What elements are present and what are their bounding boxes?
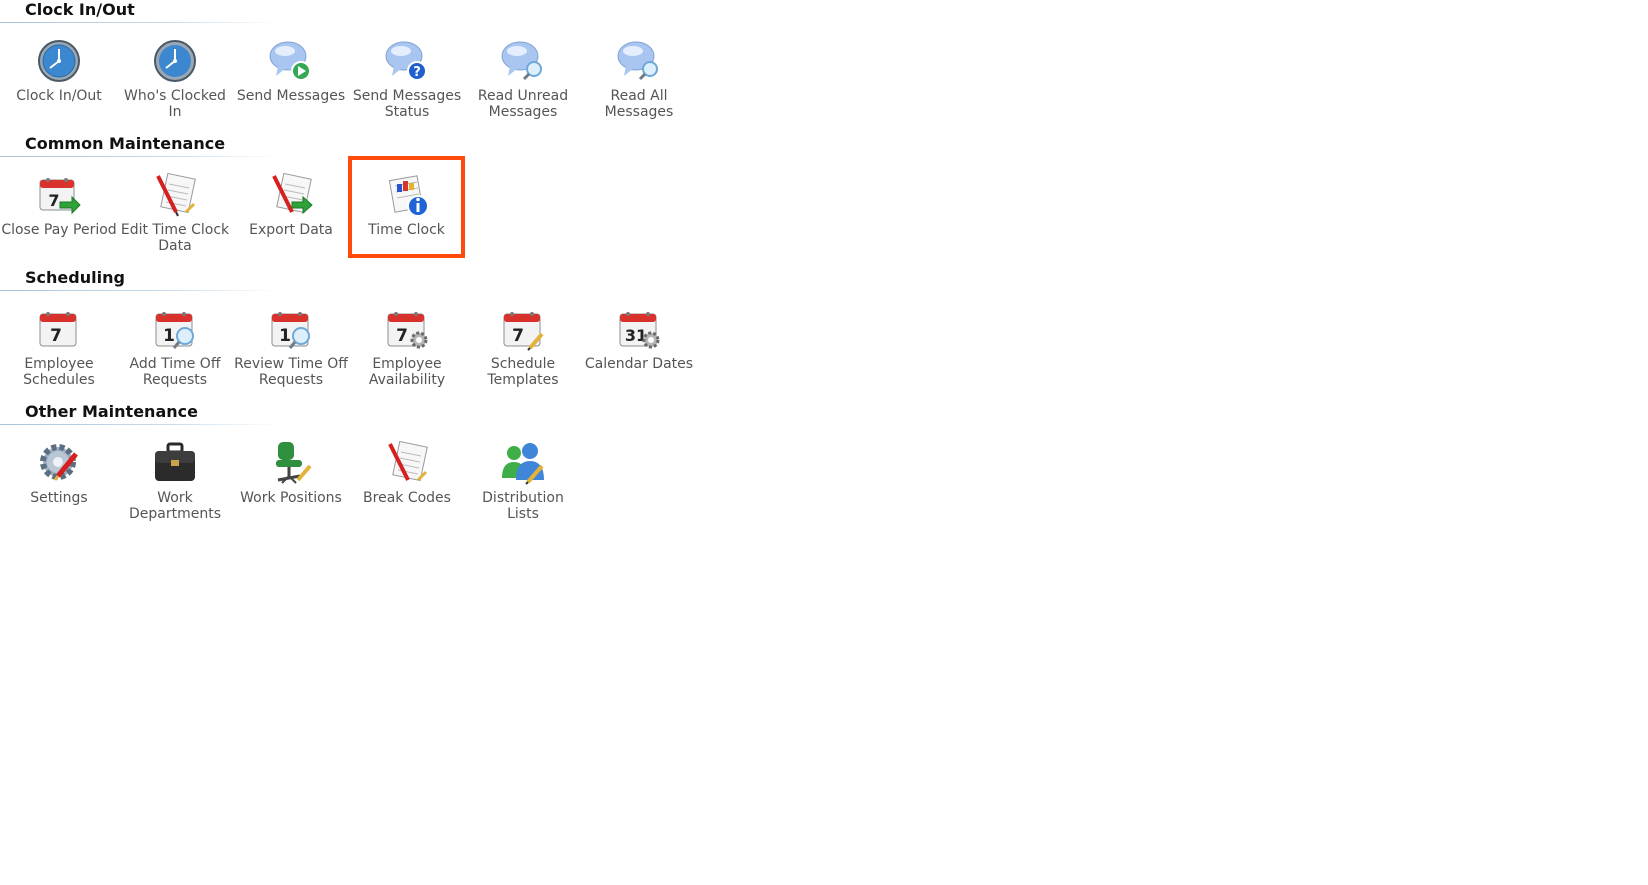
tile-label: Work Departments — [128, 490, 221, 522]
calendar-1-magnifier-icon: 1 — [152, 306, 198, 352]
time-clock-info-icon — [384, 172, 430, 218]
svg-text:1: 1 — [279, 326, 291, 346]
section-divider — [0, 156, 280, 157]
tile-calendar-dates[interactable]: 31 Calendar Dates — [581, 296, 697, 396]
section-divider — [0, 290, 280, 291]
svg-text:7: 7 — [50, 326, 62, 346]
tile-label: Calendar Dates — [584, 356, 694, 372]
tile-label: Read All Messages — [604, 88, 674, 120]
tile-distribution-lists[interactable]: Distribution Lists — [465, 430, 581, 530]
clock-icon — [152, 38, 198, 84]
tile-send-messages-status[interactable]: ? Send Messages Status — [349, 28, 465, 128]
svg-text:1: 1 — [163, 326, 175, 346]
tile-add-time-off-requests[interactable]: 1 Add Time Off Requests — [117, 296, 233, 396]
section-title: Other Maintenance — [25, 402, 198, 421]
tile-label: Who's Clocked In — [124, 88, 226, 120]
office-chair-icon — [268, 440, 314, 486]
tile-time-clock[interactable]: Time Clock — [348, 156, 465, 258]
tile-label: Work Positions — [240, 490, 342, 506]
chat-bubble-magnifier-icon — [500, 38, 546, 84]
section-divider — [0, 22, 280, 23]
tile-label: Break Codes — [363, 490, 451, 506]
timesheet-pencil-icon — [152, 172, 198, 218]
tile-employee-schedules[interactable]: 7 Employee Schedules — [1, 296, 117, 396]
calendar-31-gear-icon: 31 — [616, 306, 662, 352]
tile-label: Time Clock — [368, 222, 445, 238]
tile-label: Read Unread Messages — [477, 88, 569, 120]
tile-label: Review Time Off Requests — [234, 356, 348, 388]
calendar-arrow-icon: 7 — [36, 172, 82, 218]
tile-label: Close Pay Period — [1, 222, 117, 238]
tile-send-messages[interactable]: Send Messages — [233, 28, 349, 128]
tile-label: Export Data — [249, 222, 333, 238]
chat-bubble-magnifier-icon — [616, 38, 662, 84]
svg-text:7: 7 — [48, 191, 59, 210]
section-title: Common Maintenance — [25, 134, 226, 153]
tile-label: Send Messages Status — [352, 88, 462, 120]
tile-label: Distribution Lists — [482, 490, 564, 522]
tile-label: Schedule Templates — [487, 356, 559, 388]
clock-icon — [36, 38, 82, 84]
briefcase-icon — [152, 440, 198, 486]
tile-schedule-templates[interactable]: 7 Schedule Templates — [465, 296, 581, 396]
users-pencil-icon — [500, 440, 546, 486]
tile-work-positions[interactable]: Work Positions — [233, 430, 349, 530]
tile-label: Settings — [30, 490, 88, 506]
gear-pencil-icon — [36, 440, 82, 486]
tile-edit-time-clock-data[interactable]: Edit Time Clock Data — [117, 162, 233, 262]
tile-read-unread-messages[interactable]: Read Unread Messages — [465, 28, 581, 128]
section-title: Scheduling — [25, 268, 125, 287]
tile-label: Employee Schedules — [23, 356, 95, 388]
tile-label: Add Time Off Requests — [129, 356, 221, 388]
tile-label: Clock In/Out — [16, 88, 102, 104]
calendar-7-pencil-icon: 7 — [500, 306, 546, 352]
tile-label: Send Messages — [236, 88, 346, 104]
calendar-7-icon: 7 — [36, 306, 82, 352]
document-pencil-icon — [384, 440, 430, 486]
tile-read-all-messages[interactable]: Read All Messages — [581, 28, 697, 128]
svg-text:7: 7 — [396, 326, 408, 346]
tile-export-data[interactable]: Export Data — [233, 162, 349, 262]
tile-settings[interactable]: Settings — [1, 430, 117, 530]
chat-bubble-question-icon: ? — [384, 38, 430, 84]
calendar-7-gear-icon: 7 — [384, 306, 430, 352]
tile-label: Edit Time Clock Data — [120, 222, 230, 254]
tile-break-codes[interactable]: Break Codes — [349, 430, 465, 530]
calendar-1-magnifier-icon: 1 — [268, 306, 314, 352]
tile-review-time-off-requests[interactable]: 1 Review Time Off Requests — [233, 296, 349, 396]
timesheet-arrow-icon — [268, 172, 314, 218]
admin-menu-page: Clock In/Out Clock In/Out Who's Clocked … — [0, 0, 1648, 885]
tile-clock-in-out[interactable]: Clock In/Out — [1, 28, 117, 128]
section-title: Clock In/Out — [25, 0, 135, 19]
svg-text:?: ? — [413, 65, 421, 80]
section-divider — [0, 424, 280, 425]
svg-text:7: 7 — [512, 326, 524, 346]
tile-work-departments[interactable]: Work Departments — [117, 430, 233, 530]
tile-close-pay-period[interactable]: 7 Close Pay Period — [1, 162, 117, 262]
tile-employee-availability[interactable]: 7 Employee Availability — [349, 296, 465, 396]
tile-label: Employee Availability — [368, 356, 446, 388]
chat-bubble-play-icon — [268, 38, 314, 84]
tile-whos-clocked-in[interactable]: Who's Clocked In — [117, 28, 233, 128]
